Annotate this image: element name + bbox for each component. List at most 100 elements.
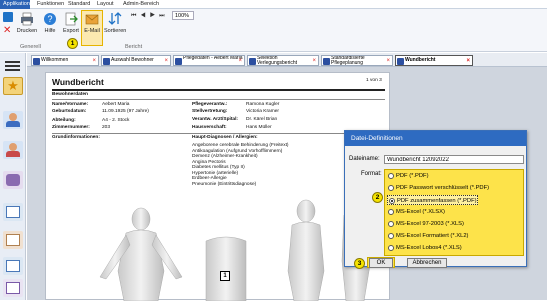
doctor-label: Verantw. Arzt/Spital: (192, 117, 239, 122)
tab-applikation[interactable]: Applikation (0, 0, 30, 9)
diagnoses-label: Haupt-Diagnosen / Allergien: (192, 135, 258, 140)
cancel-button[interactable]: Abbrechen (407, 258, 447, 268)
format-option-xls[interactable]: MS-Excel 97-2003 (*.XLS) (387, 219, 464, 229)
sort-button[interactable]: Sortieren (104, 11, 126, 45)
close-icon[interactable]: × (238, 58, 242, 64)
format-option-xl2[interactable]: MS-Excel Formatiert (*.XL2) (387, 231, 468, 241)
deputy-value: Victoria Kramer (246, 109, 279, 114)
radio-icon (388, 245, 394, 251)
close-icon[interactable]: × (386, 58, 390, 64)
zoom-select[interactable]: 100% (172, 11, 194, 20)
option-label: MS-Excel Lobos4 (*.XLS) (396, 245, 462, 251)
name-label: Name/Vorname: (52, 102, 89, 107)
format-options: PDF (*.PDF) PDF Passwort verschlüsselt (… (384, 169, 524, 256)
doc-tab-transfer-report[interactable]: Selektion Verlegungsbericht × (247, 55, 319, 66)
page-indicator: 1 von 3 (366, 78, 382, 83)
envelope-icon (85, 14, 99, 25)
help-button[interactable]: ? Hilfe (40, 11, 60, 45)
doc-tab-resident-selection[interactable]: Auswahl Bewohner × (101, 55, 171, 66)
step-badge-2: 2 (372, 192, 383, 203)
print-label: Drucken (16, 28, 38, 34)
doc-tab-wound-report[interactable]: Wundbericht × (395, 55, 473, 66)
section-resident-data: Bewohnerdaten (52, 92, 88, 97)
step-badge-1: 1 (67, 38, 78, 49)
ribbon-tabs: Applikation Funktionen Standard Layout A… (0, 0, 547, 9)
sidebar: ★ (0, 53, 26, 300)
page-nav-arrows[interactable]: ⏮◀▶⏭ (131, 13, 169, 20)
report-title: Wundbericht (52, 77, 104, 87)
close-icon[interactable]: × (92, 58, 96, 64)
tab-admin[interactable]: Admin-Bereich (120, 0, 162, 9)
sort-label: Sortieren (104, 28, 127, 34)
close-icon[interactable]: ✕ (3, 26, 13, 36)
tab-doc-icon (323, 58, 330, 65)
menu-icon[interactable] (5, 61, 20, 71)
option-label: MS-Excel Formatiert (*.XL2) (396, 233, 469, 239)
svg-text:?: ? (47, 14, 52, 24)
birth-label: Geburtsdatum: (52, 109, 87, 114)
email-button[interactable]: E-Mail (81, 10, 103, 46)
close-icon[interactable]: × (312, 58, 316, 64)
doctor-value: Dr. Kärel Brian (246, 117, 278, 122)
radio-icon (388, 221, 394, 227)
format-option-pdf[interactable]: PDF (*.PDF) (387, 171, 429, 181)
save-icon[interactable] (3, 12, 13, 22)
close-icon[interactable]: × (466, 58, 470, 64)
doc-tab-care-planning[interactable]: Standardisierte Pflegeplanung × (321, 55, 393, 66)
format-option-pdf-merge[interactable]: PDF zusammenfassen (*.PDF) (387, 195, 478, 205)
care-value: Ramona Kugler (246, 102, 280, 107)
doc-tab-label: Pflegedaten - Aebert Maria (183, 55, 243, 61)
file-definitions-dialog: Datei-Definitionen Dateiname: Format: 2 … (344, 130, 527, 269)
format-label: Format: (361, 171, 382, 177)
room-value: 203 (102, 125, 111, 130)
export-icon (65, 12, 78, 26)
ok-button[interactable]: OK (369, 258, 393, 268)
radio-icon (388, 185, 394, 191)
tab-doc-icon (397, 58, 404, 65)
favorites-star-icon[interactable]: ★ (3, 77, 23, 95)
tab-doc-icon (249, 58, 256, 65)
tab-layout[interactable]: Layout (94, 0, 117, 9)
format-option-lobos4[interactable]: MS-Excel Lobos4 (*.XLS) (387, 243, 462, 253)
format-option-xlsx[interactable]: MS-Excel (*.XLSX) (387, 207, 445, 217)
tab-standard[interactable]: Standard (65, 0, 93, 9)
dept-value: A4 - 2. Stock (102, 118, 130, 123)
filename-label: Dateiname: (349, 156, 380, 162)
help-icon: ? (44, 13, 56, 25)
group-icon[interactable] (3, 171, 23, 189)
doc-tab-label: Willkommen (41, 57, 69, 63)
documents-icon[interactable] (3, 231, 23, 249)
resident-icon[interactable] (3, 111, 23, 129)
tab-doc-icon (33, 58, 40, 65)
staff-icon[interactable] (3, 141, 23, 159)
option-label: MS-Excel 97-2003 (*.XLS) (396, 221, 464, 227)
gp-value: Hans Müller (246, 125, 272, 130)
doc-tab-label: Selektion Verlegungsbericht (257, 55, 298, 66)
option-label: MS-Excel (*.XLSX) (396, 209, 445, 215)
filename-input[interactable] (384, 155, 524, 164)
ribbon: ✕ Drucken ? Hilfe Export E-Mail Sortiere… (0, 9, 547, 52)
tab-funktionen[interactable]: Funktionen (34, 0, 67, 9)
zoom-value: 100% (175, 13, 190, 19)
report-icon[interactable] (3, 279, 23, 297)
close-icon[interactable]: × (164, 58, 168, 64)
printer-icon (21, 12, 33, 26)
wound-marker[interactable]: 1 (220, 271, 230, 281)
calendar-icon[interactable] (3, 203, 23, 221)
doc-tab-label: Auswahl Bewohner (111, 57, 154, 63)
print-button[interactable]: Drucken (16, 11, 38, 45)
deputy-label: Stellvertretung: (192, 109, 228, 114)
tab-doc-icon (175, 58, 182, 65)
chart-icon[interactable] (3, 257, 23, 275)
radio-icon (388, 173, 394, 179)
name-value: Aebert Maria (102, 102, 130, 107)
doc-tab-care-data[interactable]: Pflegedaten - Aebert Maria × (173, 55, 245, 66)
help-label: Hilfe (44, 28, 56, 34)
radio-icon (388, 233, 394, 239)
doc-tab-welcome[interactable]: Willkommen × (31, 55, 99, 66)
care-label: Pflegeverantw.: (192, 102, 228, 107)
option-label: PDF zusammenfassen (*.PDF) (397, 198, 477, 204)
gp-label: Hausverschaft: (192, 125, 227, 130)
group-general-label: Generell (20, 44, 41, 50)
format-option-pdf-encrypted[interactable]: PDF Passwort verschlüsselt (*.PDF) (387, 183, 489, 193)
